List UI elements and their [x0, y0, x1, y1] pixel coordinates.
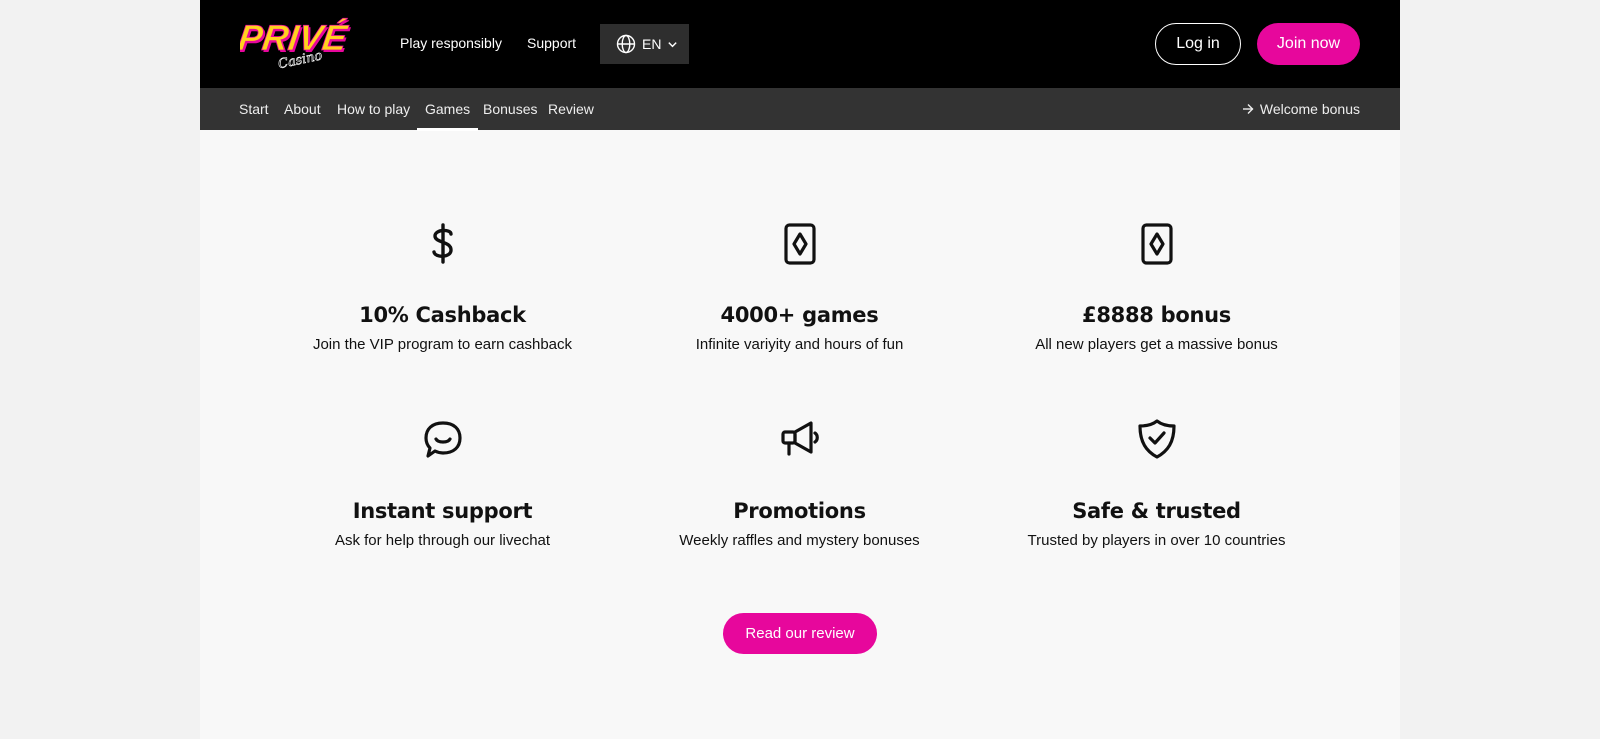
feature-description: All new players get a massive bonus: [1035, 336, 1278, 353]
nav-item-bonuses[interactable]: Bonuses: [483, 101, 537, 117]
play-responsibly-link[interactable]: Play responsibly: [400, 35, 502, 51]
arrow-right-icon: [1242, 103, 1254, 115]
sub-navigation: Start About How to play Games Bonuses Re…: [200, 88, 1400, 131]
feature-description: Weekly raffles and mystery bonuses: [679, 532, 920, 549]
feature-description: Ask for help through our livechat: [334, 532, 551, 549]
nav-item-review[interactable]: Review: [548, 101, 594, 117]
prive-casino-logo[interactable]: PRIVÉ PRIVÉ Casino: [240, 14, 352, 70]
feature-title: Promotions: [733, 499, 866, 523]
welcome-bonus-link[interactable]: Welcome bonus: [1242, 101, 1360, 117]
chat-bubble-icon: [423, 421, 462, 458]
feature-title: 4000+ games: [720, 303, 879, 327]
login-button[interactable]: Log in: [1155, 23, 1241, 65]
support-link[interactable]: Support: [527, 35, 576, 51]
shield-check-icon: [1137, 419, 1176, 459]
feature-bonus: £8888 bonus All new players get a massiv…: [978, 222, 1335, 353]
join-now-button[interactable]: Join now: [1257, 23, 1360, 65]
language-code: EN: [642, 36, 662, 52]
feature-support: Instant support Ask for help through our…: [264, 418, 621, 549]
feature-title: £8888 bonus: [1082, 303, 1231, 327]
feature-description: Join the VIP program to earn cashback: [312, 336, 573, 353]
card-diamond-icon: [783, 223, 816, 265]
read-review-button[interactable]: Read our review: [723, 613, 877, 654]
feature-description: Trusted by players in over 10 countries: [1027, 532, 1286, 549]
page: PRIVÉ PRIVÉ Casino Play responsibly Supp…: [200, 0, 1400, 739]
feature-title: Instant support: [352, 499, 533, 523]
feature-safe-trusted: Safe & trusted Trusted by players in ove…: [978, 418, 1335, 549]
feature-games: 4000+ games Infinite variyity and hours …: [621, 222, 978, 353]
feature-cashback: 10% Cashback Join the VIP program to ear…: [264, 222, 621, 353]
nav-item-start[interactable]: Start: [239, 101, 269, 117]
card-diamond-icon: [1140, 223, 1173, 265]
feature-promotions: Promotions Weekly raffles and mystery bo…: [621, 418, 978, 549]
megaphone-icon: [780, 421, 819, 456]
language-selector[interactable]: EN: [600, 24, 689, 64]
nav-item-how-to-play[interactable]: How to play: [337, 101, 410, 117]
feature-title: Safe & trusted: [1072, 499, 1241, 523]
welcome-bonus-label: Welcome bonus: [1259, 101, 1360, 117]
feature-title: 10% Cashback: [359, 303, 526, 327]
nav-item-about[interactable]: About: [284, 101, 321, 117]
top-header: PRIVÉ PRIVÉ Casino Play responsibly Supp…: [200, 0, 1400, 88]
dollar-icon: [431, 223, 453, 264]
svg-text:PRIVÉ: PRIVÉ: [240, 17, 351, 58]
feature-description: Infinite variyity and hours of fun: [695, 336, 904, 353]
globe-icon: [616, 34, 636, 54]
nav-item-games[interactable]: Games: [416, 101, 479, 131]
chevron-down-icon: [667, 39, 678, 50]
